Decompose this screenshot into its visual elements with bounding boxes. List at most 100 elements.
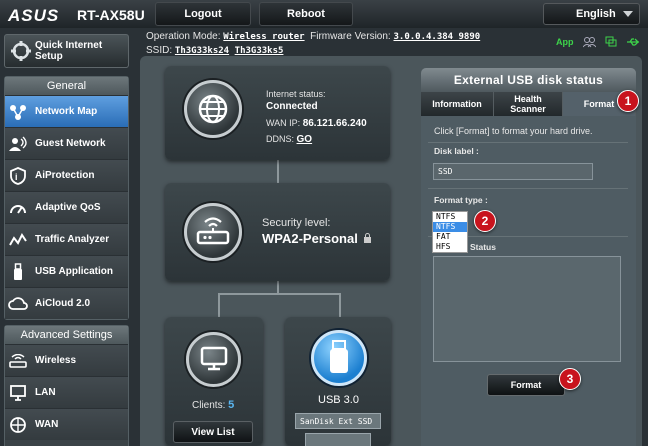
app-link[interactable]: App: [556, 37, 574, 47]
usb-capacity-bar: [305, 433, 371, 446]
tab-information[interactable]: Information: [421, 92, 494, 116]
sidebar-item-label: LAN: [35, 387, 56, 398]
format-type-current[interactable]: NTFS: [433, 212, 467, 222]
disk-label-title: Disk label :: [434, 146, 479, 156]
internet-status-label: Internet status:: [266, 89, 326, 99]
format-option-fat[interactable]: FAT: [433, 232, 467, 242]
clients-info: Clients: 5: [192, 399, 234, 412]
general-header: General: [5, 77, 128, 95]
usb-label: USB 3.0: [318, 394, 359, 406]
security-value: WPA2-Personal: [262, 231, 358, 246]
aiprotection-icon: i: [5, 166, 31, 185]
sidebar-item-aicloud-2-0[interactable]: AiCloud 2.0: [5, 287, 128, 319]
divider: [428, 188, 628, 189]
sidebar-item-traffic-analyzer[interactable]: Traffic Analyzer: [5, 223, 128, 255]
sidebar-item-network-map[interactable]: Network Map: [5, 95, 128, 127]
sidebar-item-label: Network Map: [35, 106, 98, 117]
opmode-link[interactable]: Wireless router: [223, 32, 304, 42]
connector-line: [218, 293, 340, 295]
format-button[interactable]: Format: [487, 374, 565, 396]
sidebar-item-lan[interactable]: LAN: [5, 376, 128, 408]
internet-info: Internet status: Connected WAN IP: 86.12…: [266, 88, 367, 146]
sidebar-item-usb-application[interactable]: USB Application: [5, 255, 128, 287]
language-value: English: [576, 8, 616, 20]
model-name: RT-AX58U: [77, 7, 145, 23]
opmode-label: Operation Mode:: [146, 31, 221, 42]
general-menu: General Network Map Guest Network i AiProte…: [4, 76, 129, 320]
reboot-button[interactable]: Reboot: [259, 2, 353, 26]
ssid-5-link[interactable]: Th3G33ks5: [235, 46, 284, 56]
status-textarea[interactable]: [433, 256, 621, 362]
logout-button[interactable]: Logout: [155, 2, 251, 26]
usb-status-icon[interactable]: [626, 37, 640, 47]
connector-line: [218, 293, 220, 317]
info-line: Operation Mode: Wireless router Firmware…: [146, 30, 480, 58]
format-type-title: Format type :: [434, 195, 488, 205]
clients-label: Clients:: [192, 400, 226, 411]
disk-label-input[interactable]: SSD: [433, 163, 593, 180]
sidebar-item-label: USB Application: [35, 266, 113, 277]
sidebar-item-guest-network[interactable]: Guest Network: [5, 127, 128, 159]
wan-ip-label: WAN IP:: [266, 118, 301, 128]
view-list-button[interactable]: View List: [173, 421, 253, 443]
ssid-label: SSID:: [146, 45, 173, 56]
connector-line: [277, 280, 279, 294]
usb-drive-icon: [330, 340, 348, 373]
security-label: Security level:: [262, 217, 331, 229]
sidebar-item-label: Adaptive QoS: [35, 202, 101, 213]
quick-setup-label: Quick Internet Setup: [34, 40, 103, 62]
sidebar-item-label: Guest Network: [35, 138, 106, 149]
firmware-label: Firmware Version:: [310, 31, 391, 42]
sidebar-item-wireless[interactable]: Wireless: [5, 344, 128, 376]
globe-icon: [198, 94, 228, 124]
ddns-go-link[interactable]: GO: [297, 134, 313, 145]
security-info: Security level: WPA2-Personal: [262, 216, 372, 248]
sidebar-item-label: Wireless: [35, 355, 77, 366]
users-icon[interactable]: [582, 36, 596, 48]
quick-internet-setup-button[interactable]: Quick Internet Setup: [4, 34, 129, 68]
advanced-menu: Advanced Settings Wireless LAN WAN: [4, 325, 129, 446]
sidebar-item-adaptive-qos[interactable]: Adaptive QoS: [5, 191, 128, 223]
sidebar-item-aiprotection[interactable]: i AiProtection: [5, 159, 128, 191]
clients-count: 5: [228, 399, 235, 411]
firmware-link[interactable]: 3.0.0.4.384_9890: [393, 32, 480, 42]
sidebar-item-label: Traffic Analyzer: [35, 234, 110, 245]
network-map-icon: [5, 104, 31, 120]
top-bar: ASUS RT-AX58U Logout Reboot English: [0, 0, 648, 28]
advanced-header: Advanced Settings: [5, 326, 128, 344]
router-admin-page: ASUS RT-AX58U Logout Reboot English Oper…: [0, 0, 648, 446]
lan-icon: [5, 384, 31, 401]
format-option-ntfs[interactable]: NTFS: [433, 222, 467, 232]
monitor-icon: [200, 346, 228, 371]
language-select[interactable]: English: [543, 3, 640, 25]
format-instruction: Click [Format] to format your hard drive…: [434, 126, 593, 136]
sidebar-item-wan[interactable]: WAN: [5, 408, 128, 440]
annotation-badge-2: 2: [474, 210, 496, 232]
ddns-label: DDNS:: [266, 134, 295, 144]
svg-text:i: i: [15, 172, 18, 182]
traffic-analyzer-icon: [5, 232, 31, 247]
sidebar-item-label: WAN: [35, 419, 59, 430]
qos-icon: [5, 201, 31, 215]
tab-health-scanner[interactable]: Health Scanner: [494, 92, 563, 116]
sidebar-item-label: AiProtection: [35, 170, 95, 181]
format-option-hfs[interactable]: HFS: [433, 242, 467, 252]
usb-device-name: SanDisk Ext SSD: [295, 413, 381, 429]
status-icons: App: [556, 36, 640, 48]
router-icon: [196, 217, 230, 245]
network-status-icon[interactable]: [605, 36, 617, 48]
format-type-select[interactable]: NTFS NTFS FAT HFS: [432, 211, 468, 253]
connector-line: [339, 293, 341, 317]
divider: [428, 142, 628, 143]
aicloud-icon: [5, 296, 31, 311]
lock-icon: [363, 233, 371, 243]
wan-ip-value: 86.121.66.240: [302, 118, 367, 129]
ssid-24-link[interactable]: Th3G33ks24: [175, 46, 229, 56]
status-title: Status: [470, 242, 496, 252]
connector-line: [277, 160, 279, 184]
quick-setup-icon: [11, 41, 31, 61]
guest-network-icon: [5, 136, 31, 152]
sidebar-item-label: AiCloud 2.0: [35, 298, 91, 309]
chevron-down-icon: [623, 11, 633, 17]
annotation-badge-1: 1: [617, 90, 639, 112]
